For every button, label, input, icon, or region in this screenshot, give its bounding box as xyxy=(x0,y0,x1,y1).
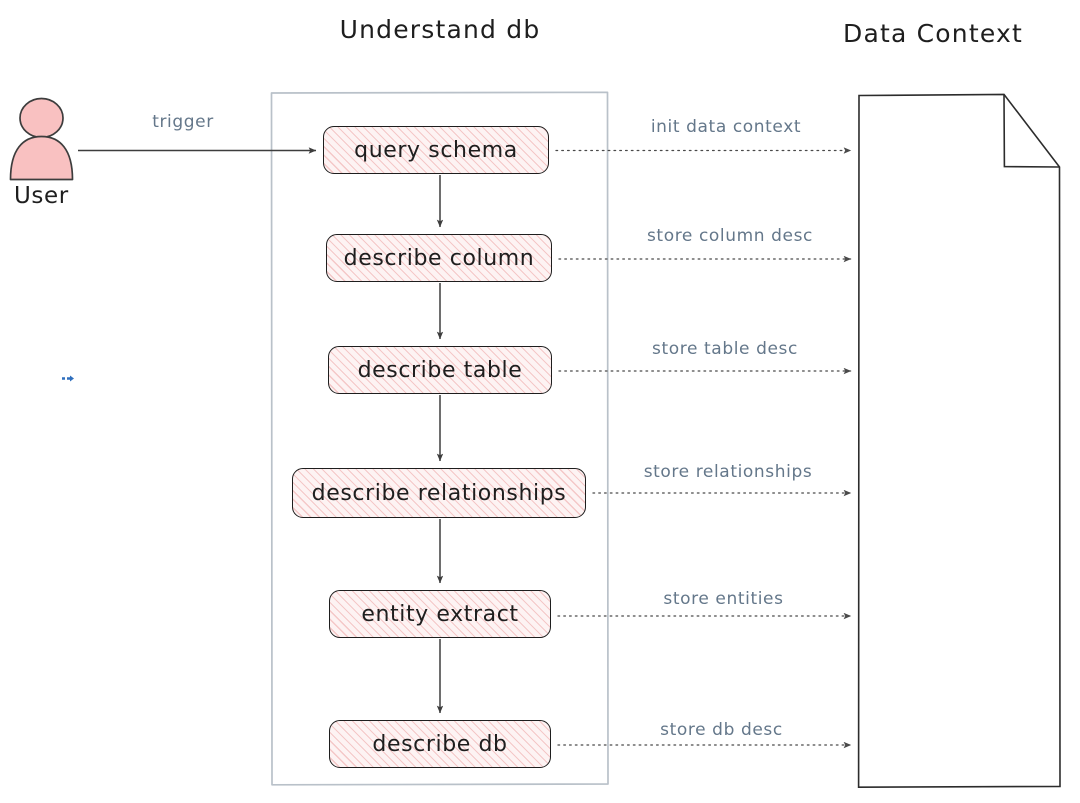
user-actor-icon xyxy=(9,97,74,181)
edge-label-init-data-context: init data context xyxy=(650,117,802,137)
edge-label-store-db-desc: store db desc xyxy=(660,720,783,740)
process-group-title: Understand db xyxy=(339,15,541,44)
data-context-document xyxy=(857,93,1061,789)
node-describe-relationships-label: describe relationships xyxy=(311,480,567,506)
node-entity-extract-label: entity extract xyxy=(361,601,519,627)
edge-label-store-entities: store entities xyxy=(663,589,784,609)
edge-label-store-table-desc: store table desc xyxy=(652,339,798,359)
node-query-schema-label: query schema xyxy=(354,137,518,163)
node-describe-column[interactable]: describe column xyxy=(326,234,552,282)
node-query-schema[interactable]: query schema xyxy=(323,126,549,174)
node-describe-relationships[interactable]: describe relationships xyxy=(292,468,586,518)
cursor-artifact xyxy=(62,375,74,382)
actor-label: User xyxy=(14,183,69,209)
node-describe-table[interactable]: describe table xyxy=(328,346,552,394)
edge-label-store-column-desc: store column desc xyxy=(646,226,814,246)
node-describe-table-label: describe table xyxy=(357,357,523,383)
node-entity-extract[interactable]: entity extract xyxy=(329,590,551,638)
node-describe-db-label: describe db xyxy=(372,731,508,757)
node-describe-db[interactable]: describe db xyxy=(329,720,551,768)
data-context-title: Data Context xyxy=(843,19,1023,48)
edge-label-trigger: trigger xyxy=(152,112,214,132)
node-describe-column-label: describe column xyxy=(343,245,535,271)
edge-label-store-relationships: store relationships xyxy=(643,462,813,482)
